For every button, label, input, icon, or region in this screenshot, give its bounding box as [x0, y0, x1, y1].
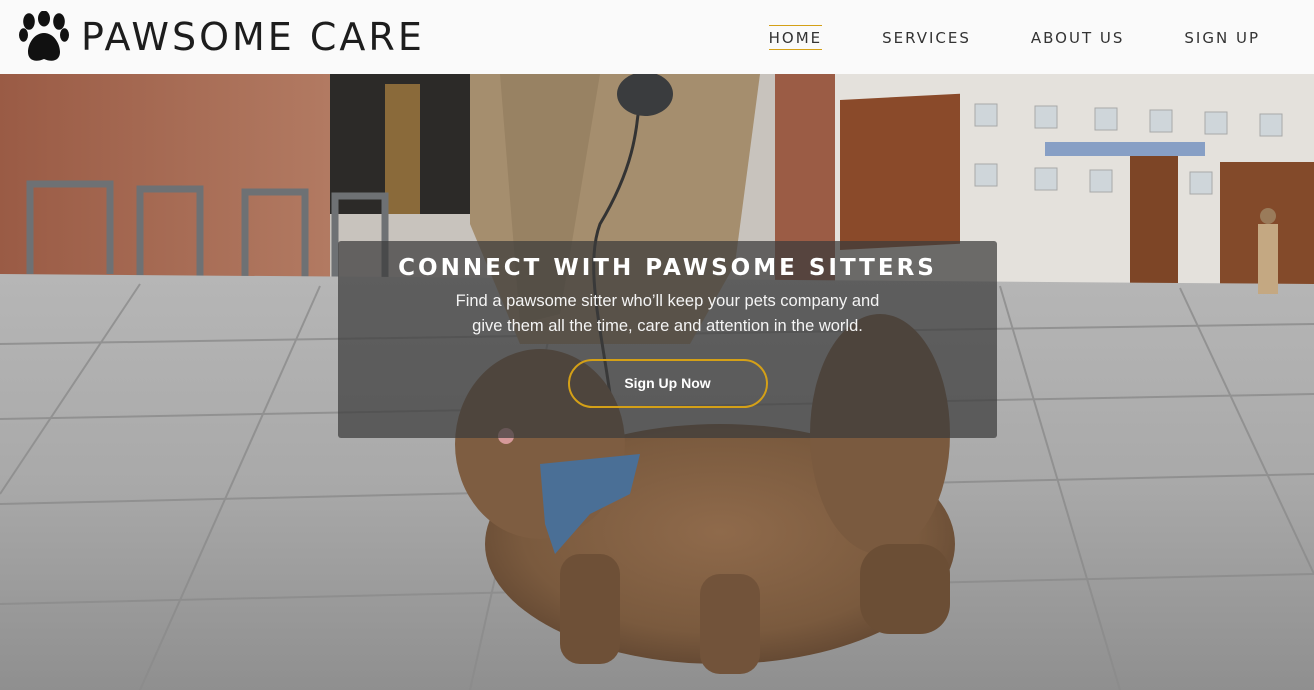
brand-logo-link[interactable]: PAWSOME CARE: [19, 11, 425, 63]
navbar: PAWSOME CARE HOME SERVICES ABOUT US SIGN…: [0, 0, 1314, 74]
nav-item-sign-up[interactable]: SIGN UP: [1184, 25, 1260, 50]
nav-item-about-us[interactable]: ABOUT US: [1031, 25, 1125, 50]
hero-section: CONNECT WITH PAWSOME SITTERS Find a paws…: [0, 74, 1314, 690]
hero-overlay-card: CONNECT WITH PAWSOME SITTERS Find a paws…: [338, 241, 997, 438]
hero-subtitle: Find a pawsome sitter who’ll keep your p…: [455, 292, 880, 335]
nav-item-home[interactable]: HOME: [768, 24, 823, 50]
paw-print-icon: [19, 11, 69, 61]
sign-up-now-button[interactable]: Sign Up Now: [567, 359, 768, 408]
hero-title: CONNECT WITH PAWSOME SITTERS: [398, 255, 937, 281]
brand-name: PAWSOME CARE: [81, 15, 425, 59]
main-nav: HOME SERVICES ABOUT US SIGN UP: [709, 24, 1260, 50]
nav-item-services[interactable]: SERVICES: [882, 25, 971, 50]
